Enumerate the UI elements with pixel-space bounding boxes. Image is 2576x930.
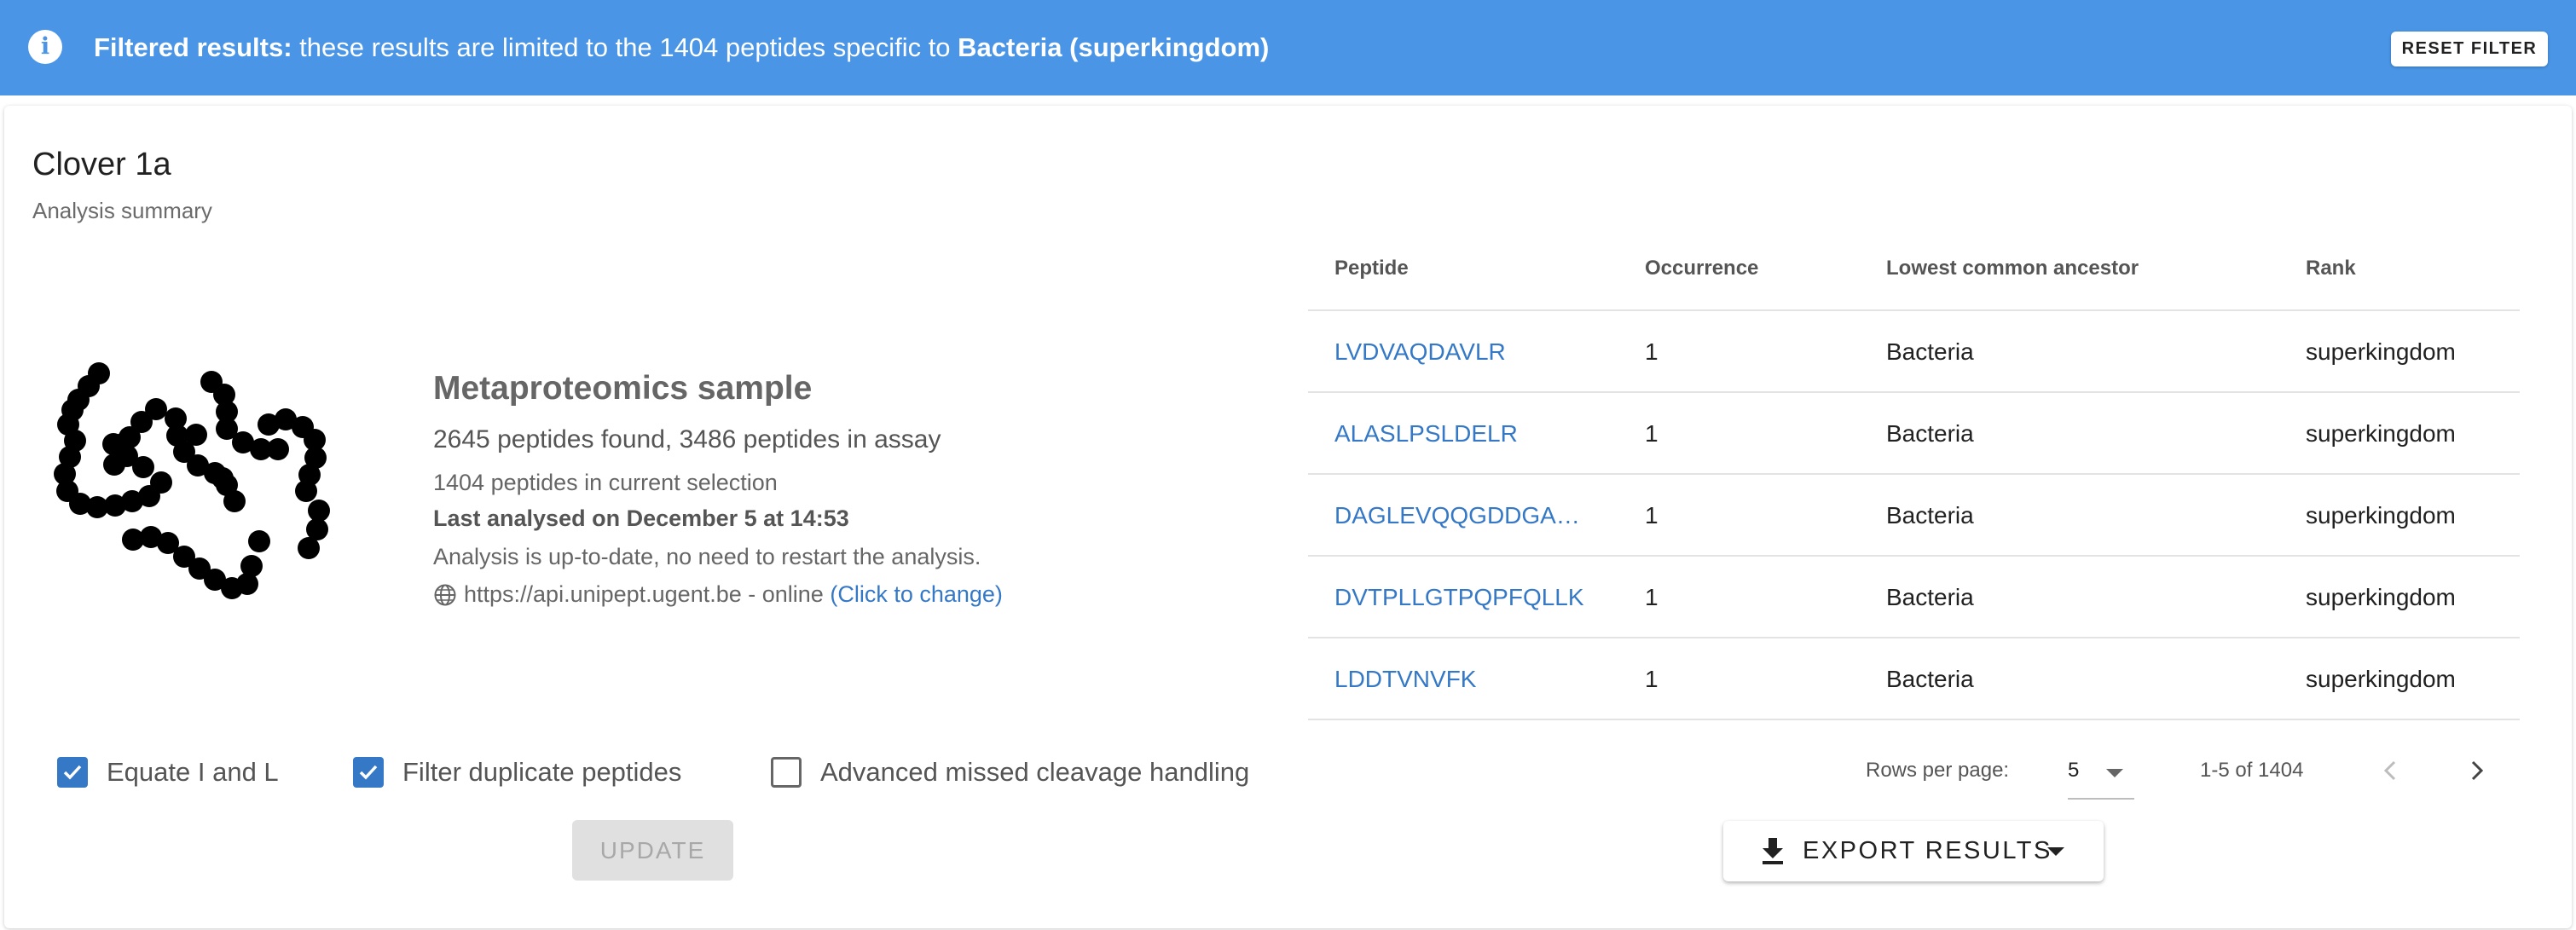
peptides-found: 2645 peptides found, 3486 peptides in as… bbox=[433, 425, 941, 453]
equate-il-checkbox[interactable]: Equate I and L bbox=[57, 757, 304, 788]
next-page-icon[interactable] bbox=[2457, 752, 2495, 789]
pagination-range: 1-5 of 1404 bbox=[2200, 759, 2304, 782]
banner-bold-prefix: Filtered results: bbox=[94, 32, 292, 62]
last-analysed: Last analysed on December 5 at 14:53 bbox=[433, 505, 849, 531]
filter-duplicates-label: Filter duplicate peptides bbox=[402, 757, 682, 787]
occurrence-cell: 1 bbox=[1645, 338, 1658, 365]
previous-page-icon[interactable] bbox=[2372, 752, 2410, 789]
rows-per-page-label: Rows per page: bbox=[1866, 759, 2010, 782]
peptide-link[interactable]: DAGLEVQQGDDGA… bbox=[1334, 475, 1590, 557]
table-row: LVDVAQDAVLR 1 Bacteria superkingdom bbox=[1308, 309, 2520, 391]
lca-cell: Bacteria bbox=[1886, 338, 1974, 365]
rows-per-page-value: 5 bbox=[2068, 759, 2080, 782]
peptide-link[interactable]: DVTPLLGTPQPFQLLK bbox=[1334, 557, 1590, 638]
rows-per-page-select[interactable]: 5 bbox=[2068, 748, 2134, 800]
occurrence-cell: 1 bbox=[1645, 502, 1658, 529]
lca-cell: Bacteria bbox=[1886, 420, 1974, 447]
column-header-rank[interactable]: Rank bbox=[2306, 227, 2510, 309]
lca-cell: Bacteria bbox=[1886, 502, 1974, 529]
occurrence-cell: 1 bbox=[1645, 420, 1658, 447]
filter-banner: i Filtered results: these results are li… bbox=[0, 0, 2576, 95]
banner-text: these results are limited to the 1404 pe… bbox=[292, 32, 958, 62]
dropdown-arrow-icon bbox=[2106, 769, 2123, 777]
equate-il-label: Equate I and L bbox=[107, 757, 279, 787]
peptides-in-selection: 1404 peptides in current selection bbox=[433, 470, 778, 495]
card-title: Clover 1a bbox=[32, 147, 171, 182]
checkbox-checked-icon[interactable] bbox=[353, 757, 384, 788]
column-header-occurrence[interactable]: Occurrence bbox=[1645, 227, 1858, 309]
checkbox-unchecked-icon[interactable] bbox=[771, 757, 802, 788]
table-row: DAGLEVQQGDDGA… 1 Bacteria superkingdom bbox=[1308, 473, 2520, 555]
export-results-button[interactable]: EXPORT RESULTS bbox=[1723, 821, 2104, 881]
sample-heading: Metaproteomics sample bbox=[433, 370, 813, 407]
table-divider bbox=[1308, 719, 2520, 720]
molecule-chain-icon bbox=[54, 362, 330, 599]
rank-cell: superkingdom bbox=[2306, 502, 2456, 529]
rank-cell: superkingdom bbox=[2306, 420, 2456, 447]
filter-duplicates-checkbox[interactable]: Filter duplicate peptides bbox=[353, 757, 711, 788]
occurrence-cell: 1 bbox=[1645, 666, 1658, 692]
peptide-link[interactable]: ALASLPSLDELR bbox=[1334, 393, 1590, 475]
change-endpoint-link[interactable]: (Click to change) bbox=[830, 581, 1003, 607]
checkbox-checked-icon[interactable] bbox=[57, 757, 88, 788]
endpoint-url: https://api.unipept.ugent.be - online bbox=[464, 581, 824, 607]
analysis-status: Analysis is up-to-date, no need to resta… bbox=[433, 544, 981, 569]
download-icon bbox=[1763, 838, 1783, 864]
info-icon: i bbox=[28, 30, 62, 64]
banner-taxon: Bacteria (superkingdom) bbox=[958, 32, 1270, 62]
lca-cell: Bacteria bbox=[1886, 584, 1974, 610]
peptide-link[interactable]: LDDTVNVFK bbox=[1334, 638, 1590, 720]
reset-filter-button[interactable]: RESET FILTER bbox=[2391, 32, 2548, 66]
missed-cleavage-label: Advanced missed cleavage handling bbox=[820, 757, 1250, 787]
rank-cell: superkingdom bbox=[2306, 666, 2456, 692]
table-row: LDDTVNVFK 1 Bacteria superkingdom bbox=[1308, 637, 2520, 719]
column-header-peptide[interactable]: Peptide bbox=[1334, 227, 1590, 309]
rank-cell: superkingdom bbox=[2306, 338, 2456, 365]
update-button[interactable]: UPDATE bbox=[572, 820, 733, 881]
peptide-link[interactable]: LVDVAQDAVLR bbox=[1334, 311, 1590, 393]
occurrence-cell: 1 bbox=[1645, 584, 1658, 610]
export-results-label: EXPORT RESULTS bbox=[1803, 837, 2052, 864]
chevron-down-icon bbox=[2047, 847, 2064, 856]
lca-cell: Bacteria bbox=[1886, 666, 1974, 692]
globe-icon bbox=[434, 584, 456, 606]
table-row: ALASLPSLDELR 1 Bacteria superkingdom bbox=[1308, 391, 2520, 473]
rank-cell: superkingdom bbox=[2306, 584, 2456, 610]
missed-cleavage-checkbox[interactable]: Advanced missed cleavage handling bbox=[771, 757, 1282, 788]
column-header-lca[interactable]: Lowest common ancestor bbox=[1886, 227, 2270, 309]
banner-message: Filtered results: these results are limi… bbox=[94, 31, 1269, 65]
endpoint-line: https://api.unipept.ugent.be - online (C… bbox=[433, 580, 1003, 609]
card-subtitle: Analysis summary bbox=[32, 198, 212, 223]
table-row: DVTPLLGTPQPFQLLK 1 Bacteria superkingdom bbox=[1308, 555, 2520, 637]
